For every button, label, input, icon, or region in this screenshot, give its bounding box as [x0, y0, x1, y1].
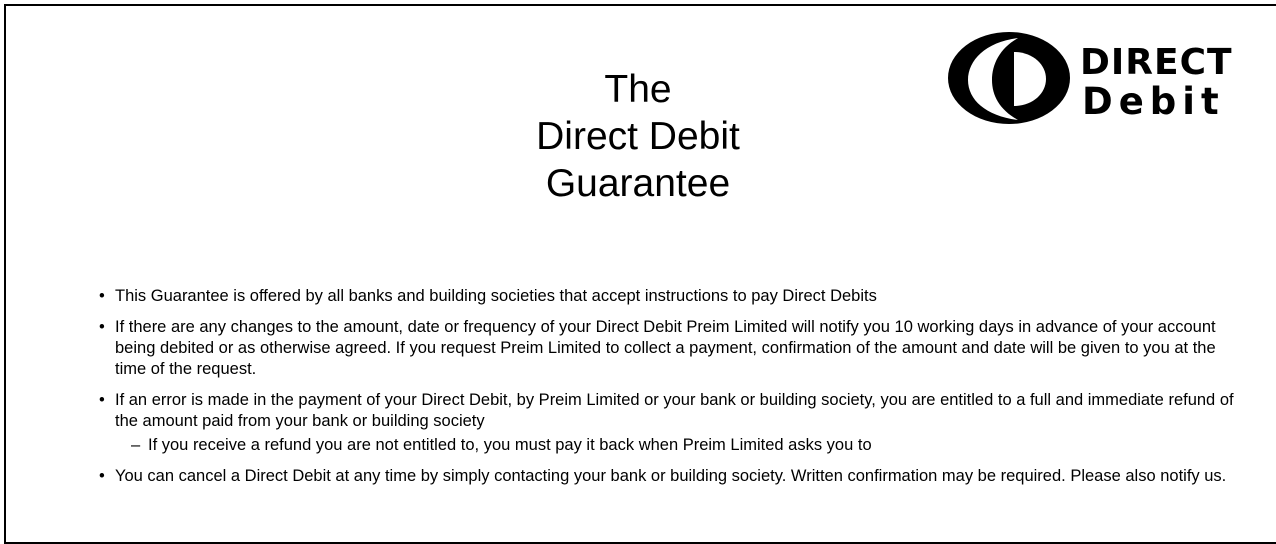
list-item: • You can cancel a Direct Debit at any t… — [99, 466, 1249, 487]
dash-icon: – — [131, 436, 141, 454]
bullet-icon: • — [99, 287, 105, 305]
bullet-icon: • — [99, 467, 105, 485]
guarantee-list: • This Guarantee is offered by all banks… — [99, 286, 1249, 497]
direct-debit-logo: DIRECT Debit — [948, 30, 1258, 126]
list-item: • If an error is made in the payment of … — [99, 390, 1249, 456]
bullet-icon: • — [99, 391, 105, 409]
title-line-3: Guarantee — [545, 162, 731, 205]
list-item-text: If an error is made in the payment of yo… — [115, 391, 1234, 430]
logo-text-direct: DIRECT — [1080, 42, 1233, 83]
sub-list-item: – If you receive a refund you are not en… — [115, 435, 1249, 456]
list-item: • This Guarantee is offered by all banks… — [99, 286, 1249, 307]
title-line-2: Direct Debit — [536, 115, 740, 158]
direct-debit-logo-icon: DIRECT Debit — [948, 32, 1233, 124]
bullet-icon: • — [99, 318, 105, 336]
list-item-text: If there are any changes to the amount, … — [115, 318, 1216, 378]
list-item-text: This Guarantee is offered by all banks a… — [115, 287, 877, 305]
list-item: • If there are any changes to the amount… — [99, 317, 1249, 380]
page-title: The Direct Debit Guarantee — [400, 66, 876, 207]
list-item-text: You can cancel a Direct Debit at any tim… — [115, 467, 1227, 485]
logo-text-debit: Debit — [1082, 80, 1225, 123]
title-line-1: The — [604, 68, 672, 111]
sub-list-item-text: If you receive a refund you are not enti… — [148, 436, 872, 454]
